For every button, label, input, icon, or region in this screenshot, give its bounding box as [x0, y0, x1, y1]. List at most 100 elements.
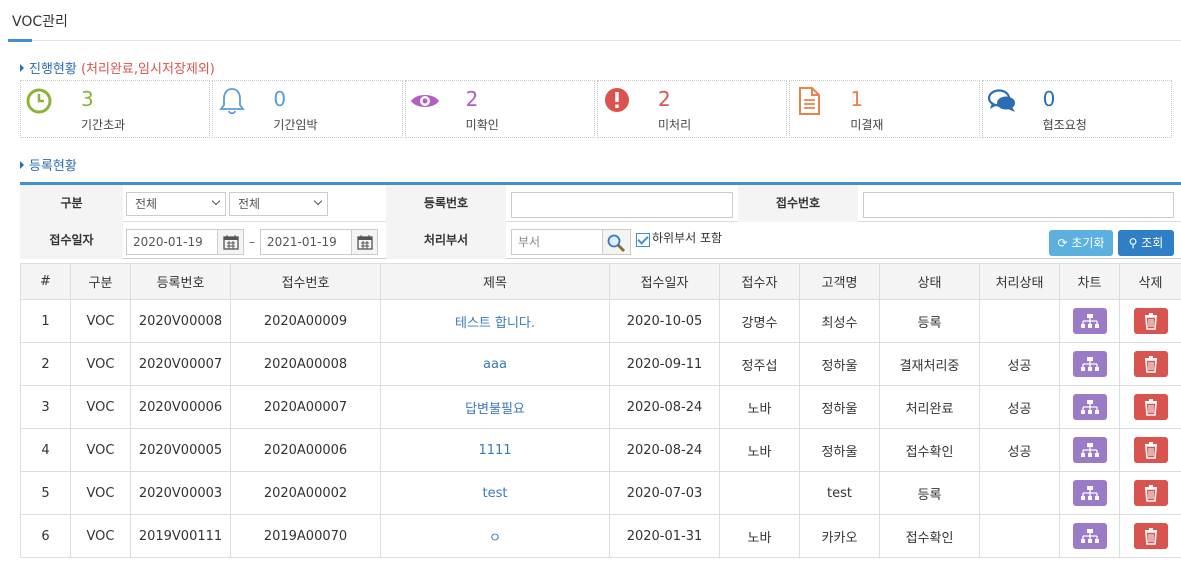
cell-receiver: 정주섭 [719, 342, 800, 386]
delete-button[interactable] [1133, 437, 1168, 463]
search-icon: ⚲ [1128, 236, 1138, 250]
cell-delete [1119, 428, 1181, 472]
reg-no-input[interactable] [511, 192, 733, 218]
status-label: 미처리 [657, 118, 692, 132]
calendar-icon [223, 235, 239, 250]
cell-chart [1059, 342, 1120, 386]
cell-no: 3 [20, 385, 71, 429]
status-label: 기간초과 [81, 118, 126, 132]
org-chart-icon [1080, 443, 1099, 457]
chart-button[interactable] [1072, 437, 1107, 463]
dept-search-button[interactable] [603, 229, 631, 255]
header-proc-status: 처리상태 [979, 263, 1060, 300]
cell-title[interactable]: aaa [380, 342, 610, 386]
cell-proc-status [979, 514, 1060, 558]
table-row[interactable]: 2 VOC 2020V00007 2020A00008 aaa 2020-09-11 정주섭… [20, 342, 1181, 386]
status-count: 2 [465, 87, 479, 111]
delete-button[interactable] [1133, 480, 1168, 506]
delete-button[interactable] [1133, 523, 1168, 549]
status-count: 0 [1042, 87, 1056, 111]
cell-title[interactable]: test [380, 471, 610, 515]
search-button[interactable]: ⚲ 조회 [1118, 230, 1174, 256]
chart-button[interactable] [1072, 351, 1107, 377]
table-row[interactable]: 4 VOC 2020V00005 2020A00006 1111 2020-08-24 노바… [20, 428, 1181, 472]
category-label: 구분 [20, 185, 123, 222]
cell-reg-no: 2020V00005 [130, 428, 231, 472]
org-chart-icon [1080, 486, 1099, 500]
table-row[interactable]: 1 VOC 2020V00008 2020A00009 테스트 합니다. 2020-10-… [20, 299, 1181, 343]
header-title: 제목 [380, 263, 610, 300]
chart-button[interactable] [1072, 480, 1107, 506]
chevron-down-icon [211, 196, 221, 206]
header-delete: 삭제 [1119, 263, 1181, 300]
status-card-overdue[interactable]: 3 기간초과 [20, 80, 211, 138]
calendar-from-button[interactable] [218, 229, 244, 255]
calendar-icon [357, 235, 373, 250]
cell-recv-no: 2019A00070 [230, 514, 381, 558]
recv-date-label: 접수일자 [20, 222, 123, 259]
cell-date: 2020-08-24 [609, 428, 720, 472]
chart-button[interactable] [1072, 308, 1107, 334]
reset-button[interactable]: ⟳ 초기화 [1049, 230, 1113, 256]
cell-title[interactable]: 1111 [380, 428, 610, 472]
chart-button[interactable] [1072, 523, 1107, 549]
dept-input[interactable]: 부서 [511, 229, 603, 255]
include-sub-checkbox[interactable] [636, 233, 650, 247]
status-card-unapproved[interactable]: 1 미결재 [789, 80, 980, 138]
cell-proc-status: 성공 [979, 428, 1060, 472]
delete-button[interactable] [1133, 394, 1168, 420]
status-count: 3 [81, 87, 94, 111]
date-to-input[interactable]: 2021-01-19 [260, 229, 352, 255]
cell-chart [1059, 471, 1120, 515]
trash-icon [1144, 313, 1157, 330]
cell-status: 등록 [879, 471, 980, 515]
delete-button[interactable] [1133, 308, 1168, 334]
recv-no-label: 접수번호 [738, 185, 858, 222]
delete-button[interactable] [1133, 351, 1168, 377]
cell-customer: 정하울 [799, 385, 880, 429]
date-from-input[interactable]: 2020-01-19 [126, 229, 218, 255]
table-row[interactable]: 3 VOC 2020V00006 2020A00007 답변불필요 2020-08-24 노… [20, 385, 1181, 429]
cell-title[interactable]: 답변불필요 [380, 385, 610, 429]
cell-status: 처리완료 [879, 385, 980, 429]
cell-status: 접수확인 [879, 428, 980, 472]
status-card-imminent[interactable]: 0 기간임박 [212, 80, 403, 138]
table-row[interactable]: 5 VOC 2020V00003 2020A00002 test 2020-07-03 te… [20, 471, 1181, 515]
header-chart: 차트 [1059, 263, 1120, 300]
calendar-to-button[interactable] [352, 229, 378, 255]
header-reg-no: 등록번호 [130, 263, 231, 300]
cell-recv-no: 2020A00008 [230, 342, 381, 386]
search-button-label: 조회 [1141, 236, 1164, 250]
cell-date: 2020-07-03 [609, 471, 720, 515]
cell-status: 결재처리중 [879, 342, 980, 386]
cell-reg-no: 2020V00003 [130, 471, 231, 515]
status-card-cooperation[interactable]: 0 협조요청 [981, 80, 1172, 138]
recv-no-input[interactable] [863, 192, 1174, 218]
header-customer: 고객명 [799, 263, 880, 300]
status-count: 1 [850, 87, 864, 111]
cell-type: VOC [70, 299, 131, 343]
cell-customer: 카카오 [799, 514, 880, 558]
status-label: 미확인 [465, 118, 499, 132]
chat-icon [987, 89, 1015, 112]
eye-icon [410, 95, 439, 107]
trash-icon [1144, 485, 1157, 502]
magnifier-icon [607, 234, 626, 253]
cell-type: VOC [70, 385, 131, 429]
cell-no: 6 [20, 514, 71, 558]
table-row[interactable]: 6 VOC 2019V00111 2019A00070 ㅇ 2020-01-31 노바 카카오… [20, 514, 1181, 558]
status-card-unconfirmed[interactable]: 2 미확인 [404, 80, 595, 138]
cell-title[interactable]: ㅇ [380, 514, 610, 558]
cell-status: 등록 [879, 299, 980, 343]
category-select-1[interactable]: 전체 [126, 192, 226, 216]
cell-title[interactable]: 테스트 합니다. [380, 299, 610, 343]
chart-button[interactable] [1072, 394, 1107, 420]
cell-receiver: 강명수 [719, 299, 800, 343]
cell-customer: 정하울 [799, 428, 880, 472]
category-select-2[interactable]: 전체 [229, 192, 328, 216]
exclamation-icon [604, 88, 629, 112]
cell-no: 2 [20, 342, 71, 386]
header-receiver: 접수자 [719, 263, 800, 300]
status-card-unprocessed[interactable]: 2 미처리 [596, 80, 788, 138]
cell-no: 1 [20, 299, 71, 343]
